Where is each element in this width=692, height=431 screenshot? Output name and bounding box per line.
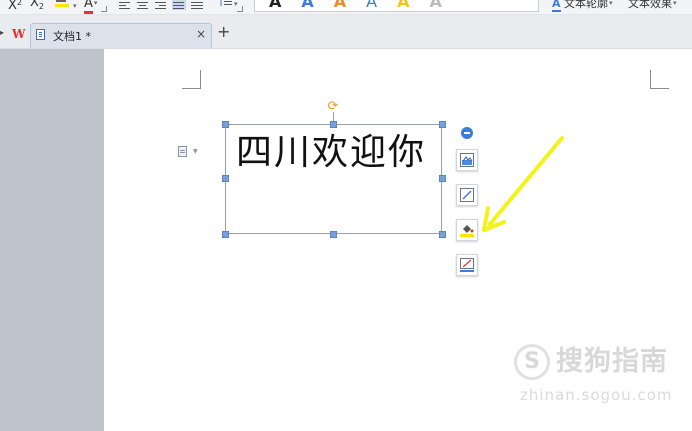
annotation-arrow-icon <box>482 136 564 232</box>
style-sample[interactable]: A <box>430 0 442 11</box>
line-spacing-icon <box>220 0 232 6</box>
tab-scroll-arrow-icon[interactable]: ▸ <box>0 28 4 37</box>
text-box[interactable]: 四川欢迎你 <box>225 124 442 234</box>
align-left-button[interactable] <box>118 0 132 10</box>
new-tab-button[interactable]: + <box>217 24 230 40</box>
text-outline-label: 文本轮廓 <box>564 0 609 10</box>
shape-outline-icon <box>460 258 474 272</box>
document-icon <box>36 29 45 40</box>
font-color-caret: ▾ <box>93 0 98 7</box>
style-sample[interactable]: A <box>397 0 409 11</box>
watermark-name: 搜狗指南 <box>556 346 668 377</box>
resize-handle-right[interactable] <box>439 175 446 182</box>
superscript-button[interactable]: X2 <box>8 0 22 13</box>
watermark-url: zhinan.sogou.com <box>520 386 673 404</box>
superscript-label: X <box>8 0 17 13</box>
tab-document-1[interactable]: 文档1 * × <box>30 23 212 48</box>
text-box-content[interactable]: 四川欢迎你 <box>236 131 426 175</box>
line-spacing-button[interactable]: ▾ <box>219 0 238 12</box>
document-tab-bar: ▸ W 文档1 * × + <box>0 15 692 49</box>
paragraph-layout-icon[interactable] <box>178 146 187 157</box>
resize-handle-top[interactable] <box>330 121 337 128</box>
watermark-logo-icon: S <box>514 344 550 380</box>
ribbon-toolbar: X2 X2 ▾ A▾ ▾ A A A A A A A 文本轮廓▾ 文本效果▾ <box>0 0 692 15</box>
resize-handle-top-right[interactable] <box>439 121 446 128</box>
justify-button[interactable] <box>172 0 186 10</box>
align-center-button[interactable] <box>136 0 150 10</box>
resize-handle-top-left[interactable] <box>222 121 229 128</box>
page-margin-corner-top-left <box>182 70 201 89</box>
document-tab-label: 文档1 * <box>53 30 91 43</box>
highlight-color-button[interactable]: ▾ <box>54 0 77 12</box>
style-sample[interactable]: A <box>269 0 281 11</box>
text-outline-icon: A <box>552 0 561 12</box>
text-outline-caret: ▾ <box>609 0 613 7</box>
paragraph-layout-caret[interactable]: ▼ <box>193 148 198 155</box>
text-style-gallery[interactable]: A A A A A A <box>254 0 539 12</box>
subscript-label: X <box>30 0 39 10</box>
subscript-button[interactable]: X2 <box>30 0 44 12</box>
resize-handle-bottom-right[interactable] <box>439 231 446 238</box>
distributed-align-button[interactable] <box>190 0 204 10</box>
highlighter-icon <box>55 0 69 7</box>
font-color-label: A <box>84 0 93 14</box>
highlight-caret: ▾ <box>73 2 77 10</box>
resize-handle-left[interactable] <box>222 175 229 182</box>
resize-handle-bottom-left[interactable] <box>222 231 229 238</box>
shape-outline-button[interactable] <box>456 254 478 276</box>
text-effects-button[interactable]: 文本效果▾ <box>628 0 677 12</box>
style-sample[interactable]: A <box>366 0 377 11</box>
text-effects-caret: ▾ <box>673 0 677 7</box>
text-effects-label: 文本效果 <box>628 0 672 10</box>
workspace-margin <box>0 49 104 431</box>
text-outline-button[interactable]: A 文本轮廓▾ <box>552 0 613 12</box>
font-dialog-launcher[interactable] <box>101 6 107 12</box>
align-right-button[interactable] <box>154 0 168 10</box>
wps-logo-icon[interactable]: W <box>12 28 26 40</box>
close-tab-button[interactable]: × <box>196 27 206 41</box>
style-sample[interactable]: A <box>334 0 346 11</box>
style-sample[interactable]: A <box>301 0 313 11</box>
paragraph-alignment-group <box>118 0 204 10</box>
resize-handle-bottom[interactable] <box>330 231 337 238</box>
subscript-mark: 2 <box>38 2 44 11</box>
font-color-button[interactable]: A▾ <box>84 0 98 14</box>
paragraph-dialog-launcher[interactable] <box>237 6 243 12</box>
superscript-mark: 2 <box>16 0 22 7</box>
page-margin-corner-top-right <box>650 70 669 89</box>
